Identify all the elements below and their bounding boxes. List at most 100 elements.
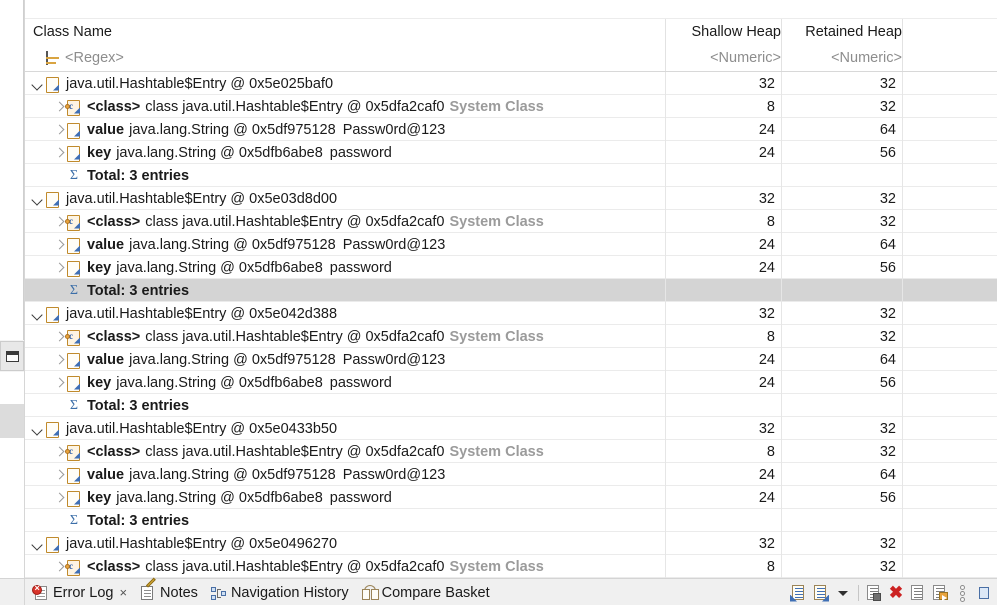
cell-retained-heap: 64 bbox=[879, 351, 896, 368]
event-details-button[interactable] bbox=[929, 582, 951, 604]
sigma-icon: Σ bbox=[69, 397, 79, 413]
table-row[interactable]: Σ Total: 3 entries bbox=[25, 279, 997, 302]
table-row[interactable]: key java.lang.String @ 0x5dfb6abe8 passwor… bbox=[25, 371, 997, 394]
view-tab-notes[interactable]: Notes bbox=[133, 577, 204, 605]
object-icon bbox=[65, 122, 83, 139]
tree-twisty-none bbox=[51, 279, 65, 302]
tree-twisty-collapsed[interactable] bbox=[51, 141, 65, 164]
table-row[interactable]: c <class> class java.util.Hashtable$Entry … bbox=[25, 95, 997, 118]
column-separator-line bbox=[902, 279, 903, 302]
tree-twisty-collapsed[interactable] bbox=[51, 463, 65, 486]
table-row[interactable]: Σ Total: 3 entries bbox=[25, 164, 997, 187]
tree-twisty-expanded[interactable] bbox=[30, 72, 44, 95]
tree-twisty-none bbox=[51, 509, 65, 532]
close-icon[interactable]: × bbox=[119, 586, 127, 599]
cell-class-name: c <class> class java.util.Hashtable$Entry … bbox=[25, 95, 640, 118]
view-tab-error-log[interactable]: Error Log × bbox=[26, 579, 133, 605]
column-separator-line bbox=[902, 440, 903, 463]
table-row[interactable]: value java.lang.String @ 0x5df975128 Passw… bbox=[25, 118, 997, 141]
table-row[interactable]: value java.lang.String @ 0x5df975128 Passw… bbox=[25, 233, 997, 256]
column-header-retained-heap[interactable]: Retained Heap bbox=[782, 19, 902, 45]
column-filter-shallow-heap[interactable]: <Numeric> bbox=[666, 45, 781, 71]
tree-twisty-expanded[interactable] bbox=[30, 532, 44, 555]
open-log-button[interactable] bbox=[907, 582, 929, 604]
tree-twisty-collapsed[interactable] bbox=[51, 256, 65, 279]
cell-label: key java.lang.String @ 0x5dfb6abe8 passwor… bbox=[87, 490, 392, 506]
table-row[interactable]: c <class> class java.util.Hashtable$Entry … bbox=[25, 210, 997, 233]
tree-twisty-collapsed[interactable] bbox=[51, 118, 65, 141]
column-separator-line bbox=[902, 164, 903, 187]
label-main-part: java.lang.String @ 0x5dfb6abe8 bbox=[116, 259, 323, 276]
error-log-icon bbox=[32, 583, 51, 601]
cell-label: value java.lang.String @ 0x5df975128 Passw… bbox=[87, 122, 445, 138]
label-bold-part: <class> bbox=[87, 443, 141, 460]
view-tab-navigation-history[interactable]: Navigation History bbox=[204, 579, 355, 605]
tree-twisty-expanded[interactable] bbox=[30, 187, 44, 210]
cell-shallow-heap: 32 bbox=[758, 75, 775, 92]
restore-view-button[interactable] bbox=[0, 341, 24, 371]
tree-twisty-expanded[interactable] bbox=[30, 417, 44, 440]
cell-label: java.util.Hashtable$Entry @ 0x5e042d388 bbox=[66, 306, 337, 322]
cell-retained-heap: 32 bbox=[879, 190, 896, 207]
delete-log-button[interactable]: ✖ bbox=[885, 582, 907, 604]
column-header-class-name[interactable]: Class Name bbox=[33, 19, 648, 45]
column-separator[interactable] bbox=[902, 19, 903, 72]
notes-icon bbox=[139, 577, 158, 601]
bottom-view-stack: Error Log × Notes Navigation History Compare… bbox=[0, 577, 997, 605]
tree-twisty-collapsed[interactable] bbox=[51, 555, 65, 578]
table-row[interactable]: value java.lang.String @ 0x5df975128 Passw… bbox=[25, 463, 997, 486]
table-row[interactable]: c <class> class java.util.Hashtable$Entry … bbox=[25, 325, 997, 348]
tree-twisty-collapsed[interactable] bbox=[51, 233, 65, 256]
cell-label: java.util.Hashtable$Entry @ 0x5e0433b50 bbox=[66, 421, 337, 437]
maximize-button[interactable] bbox=[973, 582, 995, 604]
table-row[interactable]: value java.lang.String @ 0x5df975128 Passw… bbox=[25, 348, 997, 371]
column-separator-line bbox=[902, 302, 903, 325]
table-row[interactable]: java.util.Hashtable$Entry @ 0x5e03d8d00 3… bbox=[25, 187, 997, 210]
restore-button[interactable] bbox=[951, 582, 973, 604]
column-filter-class-name[interactable]: <Regex> bbox=[33, 45, 648, 71]
column-filter-retained-heap[interactable]: <Numeric> bbox=[782, 45, 902, 71]
label-value-part: Passw0rd@123 bbox=[342, 466, 446, 483]
tree-twisty-collapsed[interactable] bbox=[51, 371, 65, 394]
object-icon bbox=[44, 76, 62, 93]
label-bold-part: <class> bbox=[87, 558, 141, 575]
class-icon: c bbox=[65, 559, 83, 576]
table-row[interactable]: java.util.Hashtable$Entry @ 0x5e0433b50 3… bbox=[25, 417, 997, 440]
tree-twisty-collapsed[interactable] bbox=[51, 348, 65, 371]
table-row[interactable]: java.util.Hashtable$Entry @ 0x5e0496270 3… bbox=[25, 532, 997, 555]
tree-twisty-collapsed[interactable] bbox=[51, 486, 65, 509]
table-row[interactable]: java.util.Hashtable$Entry @ 0x5e025baf0 3… bbox=[25, 72, 997, 95]
view-menu-button[interactable] bbox=[832, 582, 854, 604]
object-icon bbox=[44, 421, 62, 438]
left-trim-scroll-thumb[interactable] bbox=[0, 404, 24, 438]
column-separator-line bbox=[902, 417, 903, 440]
tree-twisty-collapsed[interactable] bbox=[51, 95, 65, 118]
clear-log-button[interactable] bbox=[863, 582, 885, 604]
table-row[interactable]: c <class> class java.util.Hashtable$Entry … bbox=[25, 440, 997, 463]
label-main-part: java.lang.String @ 0x5dfb6abe8 bbox=[116, 374, 323, 391]
tree-twisty-collapsed[interactable] bbox=[51, 440, 65, 463]
class-icon: c bbox=[65, 99, 83, 116]
table-row[interactable]: java.util.Hashtable$Entry @ 0x5e042d388 3… bbox=[25, 302, 997, 325]
table-row[interactable]: Σ Total: 3 entries bbox=[25, 509, 997, 532]
system-class-tag: System Class bbox=[449, 558, 544, 575]
import-log-button[interactable] bbox=[810, 582, 832, 604]
tree-twisty-collapsed[interactable] bbox=[51, 325, 65, 348]
column-header-shallow-heap[interactable]: Shallow Heap bbox=[666, 19, 781, 45]
table-row[interactable]: key java.lang.String @ 0x5dfb6abe8 passwor… bbox=[25, 486, 997, 509]
table-row[interactable]: key java.lang.String @ 0x5dfb6abe8 passwor… bbox=[25, 256, 997, 279]
cell-label: key java.lang.String @ 0x5dfb6abe8 passwor… bbox=[87, 145, 392, 161]
cell-label: value java.lang.String @ 0x5df975128 Passw… bbox=[87, 467, 445, 483]
table-row[interactable]: Σ Total: 3 entries bbox=[25, 394, 997, 417]
system-class-tag: System Class bbox=[449, 213, 544, 230]
view-tab-compare-basket[interactable]: Compare Basket bbox=[355, 579, 496, 605]
tree-twisty-collapsed[interactable] bbox=[51, 210, 65, 233]
table-body[interactable]: java.util.Hashtable$Entry @ 0x5e025baf0 3… bbox=[25, 72, 997, 578]
cell-retained-heap: 56 bbox=[879, 144, 896, 161]
tree-twisty-expanded[interactable] bbox=[30, 302, 44, 325]
cell-shallow-heap: 24 bbox=[758, 121, 775, 138]
cell-class-name: c <class> class java.util.Hashtable$Entry … bbox=[25, 555, 640, 578]
table-row[interactable]: key java.lang.String @ 0x5dfb6abe8 passwor… bbox=[25, 141, 997, 164]
table-row[interactable]: c <class> class java.util.Hashtable$Entry … bbox=[25, 555, 997, 578]
export-log-button[interactable] bbox=[788, 582, 810, 604]
